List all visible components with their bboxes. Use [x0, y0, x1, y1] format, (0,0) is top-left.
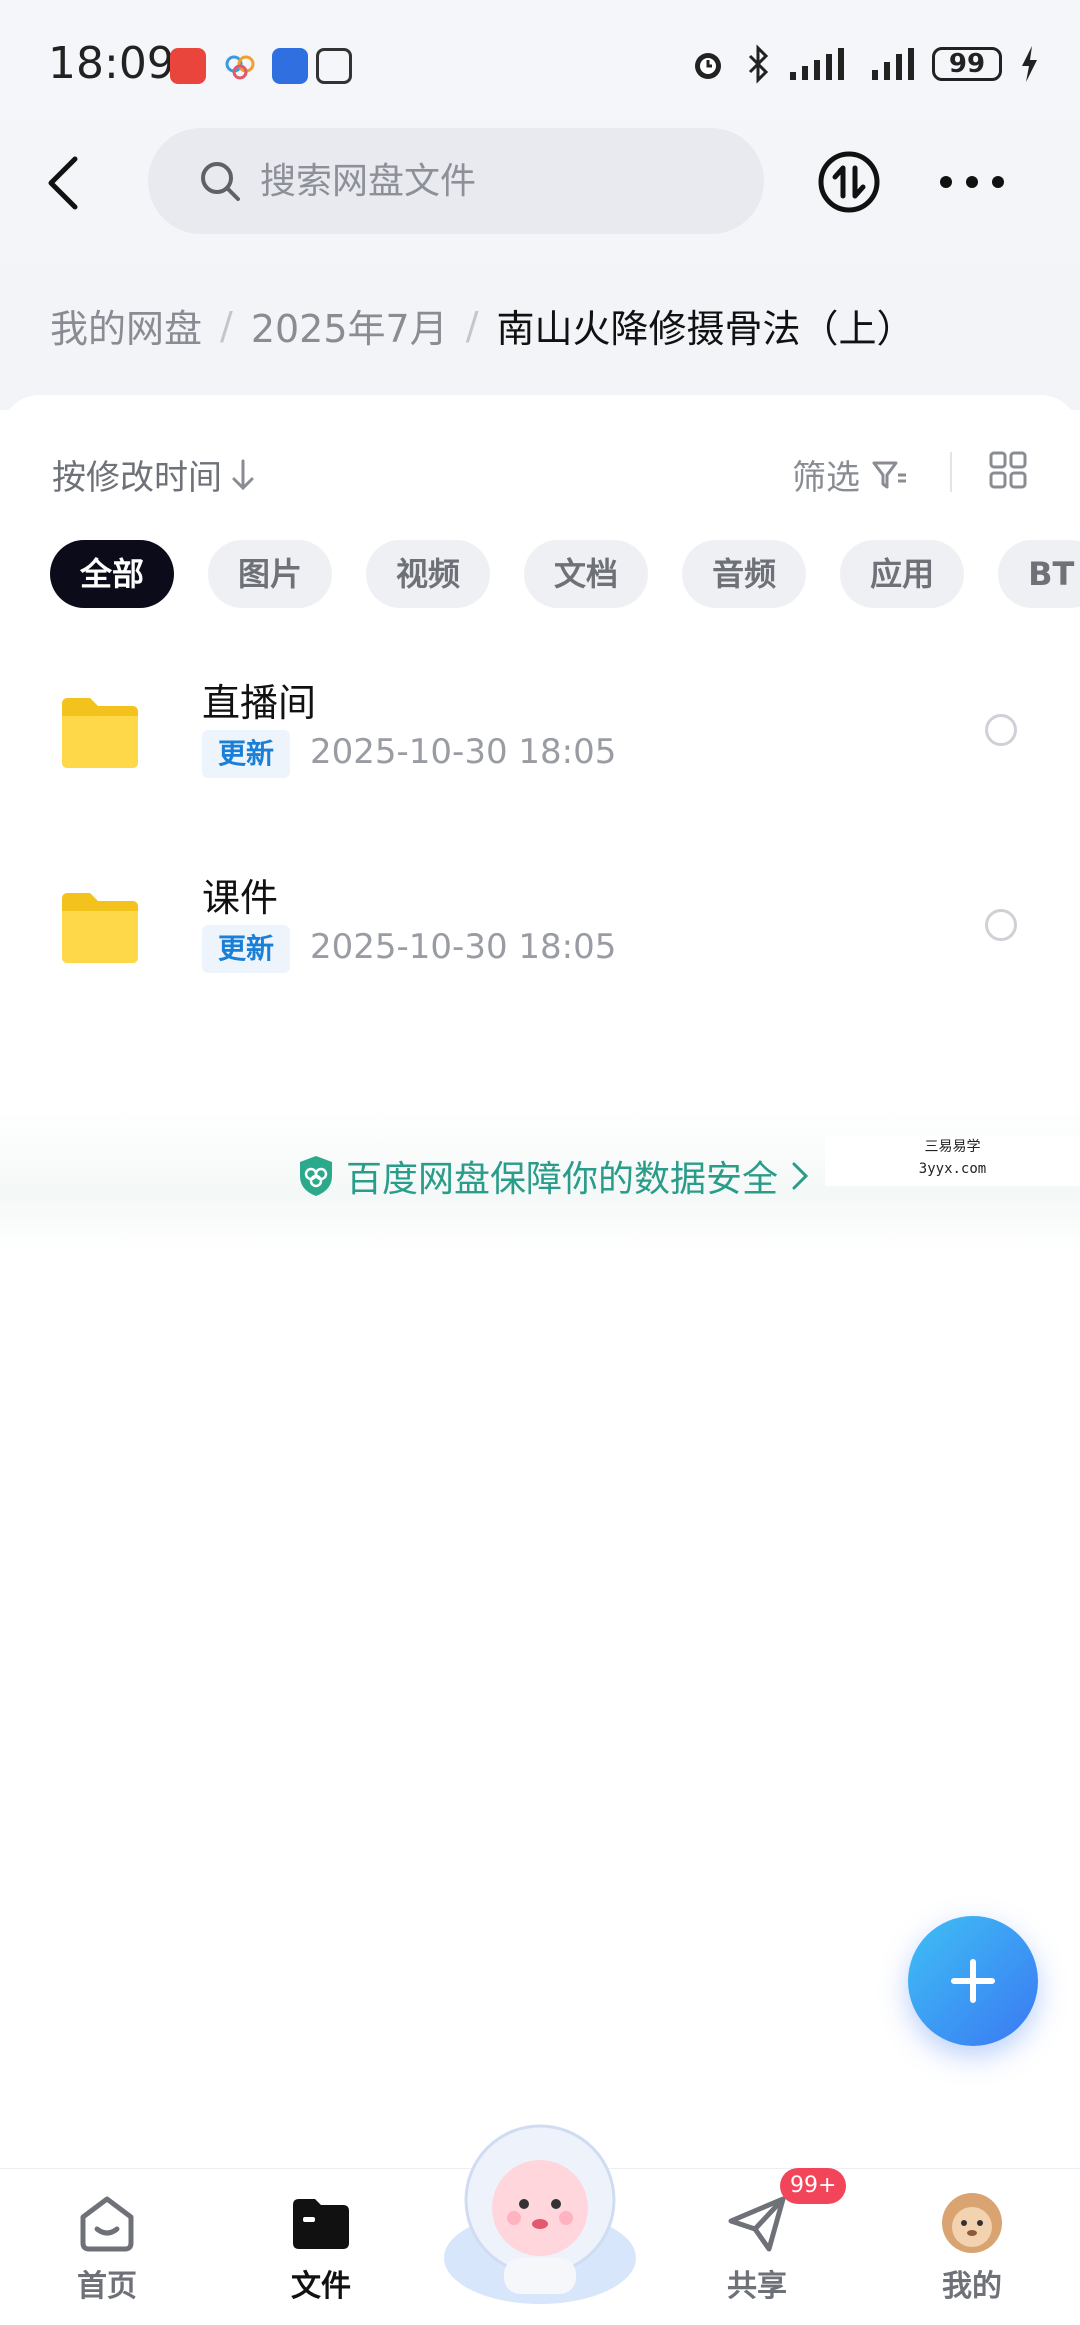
chip-apps[interactable]: 应用 [840, 540, 965, 608]
nav-label: 共享 [727, 2269, 787, 2304]
notification-app-icon [170, 48, 206, 84]
nfc-icon [316, 48, 352, 84]
update-badge: 更新 [202, 925, 291, 973]
charging-icon [1022, 46, 1037, 82]
status-icons: 99 [688, 44, 1040, 84]
folder-icon [62, 698, 138, 768]
folder-icon [293, 2199, 349, 2249]
breadcrumb-item-root[interactable]: 我的网盘 [50, 298, 202, 353]
bluetooth-icon [748, 44, 769, 84]
more-dot-icon [966, 176, 978, 188]
filter-icon [872, 461, 906, 488]
grid-view-icon[interactable] [988, 450, 1028, 490]
sort-label: 按修改时间 [52, 458, 222, 498]
search-input[interactable] [260, 160, 720, 202]
status-bar: 18:09 99 [0, 30, 1080, 100]
breadcrumb: 我的网盘 / 2025年7月 / 南山火降修摄骨法（上） [50, 298, 915, 353]
breadcrumb-separator: / [465, 303, 479, 348]
file-list-item[interactable]: 课件 更新 2025-10-30 18:05 [0, 867, 1080, 1017]
nav-me[interactable]: 我的 [912, 2169, 1032, 2325]
search-icon [201, 162, 240, 201]
chevron-right-icon [792, 1162, 809, 1190]
paper-plane-icon [728, 2196, 786, 2252]
signal-icon [790, 48, 844, 80]
breadcrumb-item-month[interactable]: 2025年7月 [251, 298, 448, 353]
chip-documents[interactable]: 文档 [524, 540, 649, 608]
select-checkbox[interactable] [985, 714, 1017, 746]
transfer-list-button[interactable] [817, 150, 881, 214]
chip-audio[interactable]: 音频 [682, 540, 807, 608]
add-button[interactable] [908, 1916, 1038, 2046]
baidu-netdisk-notification-icon [222, 48, 258, 84]
file-name: 课件 [202, 876, 279, 920]
status-time: 18:09 [48, 38, 175, 89]
avatar [942, 2193, 1002, 2253]
shield-icon [300, 1156, 332, 1196]
search-box[interactable] [148, 128, 764, 234]
chip-images[interactable]: 图片 [208, 540, 333, 608]
watermark-line-1: 三易易学 [924, 1139, 981, 1155]
transfer-icon [818, 151, 880, 213]
nav-files[interactable]: 文件 [261, 2169, 381, 2325]
chip-videos[interactable]: 视频 [366, 540, 491, 608]
filter-label: 筛选 [792, 458, 860, 498]
mascot-assistant-icon[interactable] [434, 2108, 646, 2308]
watermark-line-2: 3yyx.com [918, 1161, 987, 1177]
update-badge: 更新 [202, 730, 291, 778]
security-banner-text: 百度网盘保障你的数据安全 [346, 1159, 779, 1200]
signal-icon-2 [872, 48, 914, 80]
home-icon [80, 2196, 134, 2252]
back-button[interactable] [38, 148, 88, 218]
sort-button[interactable]: 按修改时间 [52, 450, 258, 499]
folder-icon [62, 893, 138, 963]
breadcrumb-current: 南山火降修摄骨法（上） [496, 307, 915, 351]
more-dot-icon [992, 176, 1004, 188]
breadcrumb-separator: / [220, 303, 233, 348]
file-name: 直播间 [202, 681, 317, 725]
more-options-button[interactable] [940, 160, 1004, 204]
nav-label: 首页 [77, 2269, 137, 2304]
battery-indicator: 99 [932, 47, 1002, 81]
filter-button[interactable]: 筛选 [792, 450, 910, 499]
sort-down-arrow-icon [232, 459, 254, 490]
nav-home[interactable]: 首页 [47, 2169, 167, 2325]
select-checkbox[interactable] [985, 909, 1017, 941]
nav-label: 我的 [942, 2269, 1002, 2304]
security-banner[interactable]: 百度网盘保障你的数据安全 [296, 1150, 812, 1202]
back-arrow-icon [48, 156, 78, 210]
category-chips: 全部 图片 视频 文档 音频 应用 BT [50, 540, 1080, 610]
file-modified-date: 2025-10-30 18:05 [310, 732, 617, 772]
file-list-item[interactable]: 直播间 更新 2025-10-30 18:05 [0, 672, 1080, 822]
more-dot-icon [940, 176, 952, 188]
watermark: 三易易学 3yyx.com [825, 1136, 1080, 1186]
nav-label: 文件 [291, 2269, 351, 2304]
file-modified-date: 2025-10-30 18:05 [310, 927, 617, 967]
chip-all[interactable]: 全部 [50, 540, 175, 608]
notification-app-icon-2 [272, 48, 308, 84]
plus-icon [951, 1959, 995, 2003]
chip-bt[interactable]: BT [998, 540, 1080, 608]
toolbar-divider [950, 452, 952, 492]
alarm-icon [695, 53, 721, 79]
share-notification-badge: 99+ [780, 2168, 847, 2204]
